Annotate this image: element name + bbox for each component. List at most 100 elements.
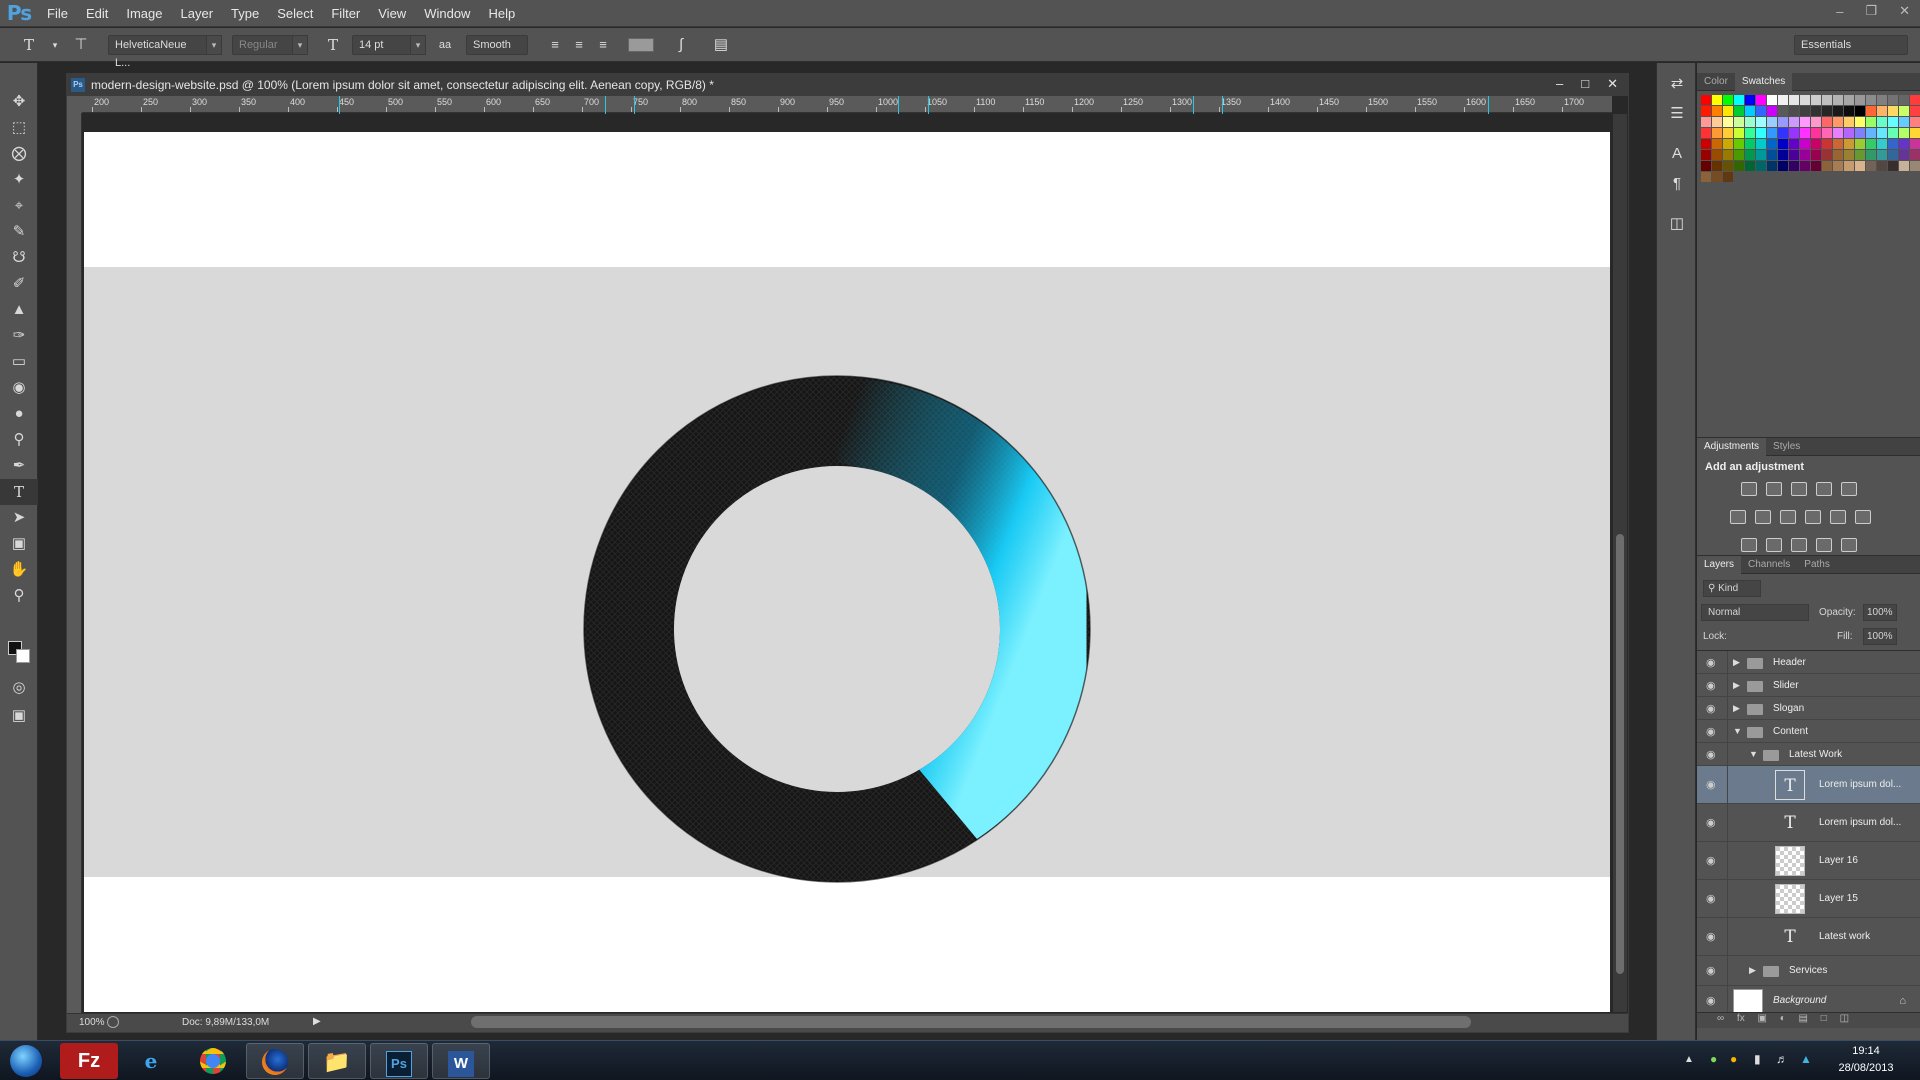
document-tab[interactable]: Ps modern-design-website.psd @ 100% (Lor… xyxy=(67,74,1628,96)
color-swatch[interactable] xyxy=(1756,128,1766,138)
color-swatch[interactable] xyxy=(1745,139,1755,149)
color-swatch[interactable] xyxy=(1701,139,1711,149)
visibility-eye-icon[interactable]: ◉ xyxy=(1706,996,1720,1007)
color-swatch[interactable] xyxy=(1800,150,1810,160)
color-swatch[interactable] xyxy=(1734,139,1744,149)
color-swatch[interactable] xyxy=(1789,117,1799,127)
color-swatch[interactable] xyxy=(1756,150,1766,160)
color-swatch[interactable] xyxy=(1888,128,1898,138)
new-group-icon[interactable]: ▤ xyxy=(1799,1013,1808,1024)
color-swatch[interactable] xyxy=(1712,117,1722,127)
expand-arrow-icon[interactable]: ▶ xyxy=(1733,703,1740,714)
color-swatch[interactable] xyxy=(1866,161,1876,171)
color-swatch[interactable] xyxy=(1822,95,1832,105)
canvas[interactable] xyxy=(84,132,1610,1012)
color-swatch[interactable] xyxy=(1844,139,1854,149)
color-swatch[interactable] xyxy=(1877,106,1887,116)
layer-row[interactable]: ◉ T Lorem ipsum dol... xyxy=(1697,804,1920,842)
color-swatch[interactable] xyxy=(1778,161,1788,171)
taskbar-filezilla[interactable]: Fz xyxy=(60,1043,118,1079)
text-color-swatch[interactable] xyxy=(628,38,654,52)
layer-row[interactable]: ◉ T Lorem ipsum dol... xyxy=(1697,766,1920,804)
color-swatch[interactable] xyxy=(1723,106,1733,116)
color-swatch[interactable] xyxy=(1844,128,1854,138)
vibrance-icon[interactable] xyxy=(1841,482,1857,496)
color-swatch[interactable] xyxy=(1866,150,1876,160)
layer-filter-kind[interactable]: ⚲ Kind xyxy=(1703,580,1761,597)
color-swatch[interactable] xyxy=(1789,150,1799,160)
color-swatch[interactable] xyxy=(1723,172,1733,182)
color-swatch[interactable] xyxy=(1866,106,1876,116)
warp-text-icon[interactable]: ∫ xyxy=(670,34,692,56)
layer-row[interactable]: ◉ Layer 16 xyxy=(1697,842,1920,880)
color-swatch[interactable] xyxy=(1767,106,1777,116)
visibility-eye-icon[interactable]: ◉ xyxy=(1706,680,1720,691)
vertical-scrollbar[interactable] xyxy=(1613,114,1627,1012)
taskbar-internet-explorer[interactable]: e xyxy=(122,1043,180,1079)
tab-swatches[interactable]: Swatches xyxy=(1734,72,1793,91)
horizontal-ruler[interactable]: 200 250 300 350 400 450 500 550 600 650 700 750 800 8… xyxy=(82,96,1612,113)
path-selection-tool-icon[interactable]: ➤ xyxy=(0,505,38,531)
color-swatch[interactable] xyxy=(1822,161,1832,171)
color-swatch[interactable] xyxy=(1723,150,1733,160)
expand-arrow-icon[interactable]: ▶ xyxy=(1749,965,1756,976)
color-swatch[interactable] xyxy=(1811,150,1821,160)
color-swatch[interactable] xyxy=(1789,128,1799,138)
chevron-down-icon[interactable]: ▾ xyxy=(206,35,222,55)
color-swatch[interactable] xyxy=(1888,150,1898,160)
color-swatch[interactable] xyxy=(1745,117,1755,127)
color-swatch[interactable] xyxy=(1789,139,1799,149)
menu-window[interactable]: Window xyxy=(415,0,479,27)
color-swatch[interactable] xyxy=(1899,128,1909,138)
color-swatch[interactable] xyxy=(1756,139,1766,149)
tab-adjustments[interactable]: Adjustments xyxy=(1697,437,1767,456)
layer-group-row[interactable]: ◉ ▼ Content xyxy=(1697,720,1920,743)
paragraph-panel-icon[interactable]: ¶ xyxy=(1657,169,1697,199)
layer-group-row[interactable]: ◉ ▶ Slider xyxy=(1697,674,1920,697)
threshold-icon[interactable] xyxy=(1791,538,1807,552)
tray-expand-icon[interactable]: ▲ xyxy=(1684,1054,1694,1065)
brush-tool-icon[interactable]: ✐ xyxy=(0,271,38,297)
color-swatch[interactable] xyxy=(1899,150,1909,160)
color-swatch[interactable] xyxy=(1888,161,1898,171)
color-swatch[interactable] xyxy=(1723,139,1733,149)
visibility-eye-icon[interactable]: ◉ xyxy=(1706,657,1720,668)
horizontal-scroll-thumb[interactable] xyxy=(471,1016,1471,1028)
blend-mode-select[interactable]: Normal xyxy=(1701,604,1809,621)
visibility-eye-icon[interactable]: ◉ xyxy=(1706,726,1720,737)
dodge-tool-icon[interactable]: ⚲ xyxy=(0,427,38,453)
color-swatch[interactable] xyxy=(1712,172,1722,182)
color-swatch[interactable] xyxy=(1822,128,1832,138)
color-swatch[interactable] xyxy=(1712,128,1722,138)
healing-brush-tool-icon[interactable]: ☋ xyxy=(0,245,38,271)
clock-time[interactable]: 19:14 xyxy=(1836,1045,1896,1057)
font-family-select[interactable]: HelveticaNeue L... xyxy=(108,35,208,69)
start-button[interactable] xyxy=(0,1043,52,1079)
color-swatch[interactable] xyxy=(1745,161,1755,171)
color-swatch[interactable] xyxy=(1822,139,1832,149)
tab-channels[interactable]: Channels xyxy=(1741,556,1797,574)
pen-tool-icon[interactable]: ✒ xyxy=(0,453,38,479)
minimize-icon[interactable]: – xyxy=(1556,76,1563,92)
color-swatch[interactable] xyxy=(1844,150,1854,160)
color-swatch[interactable] xyxy=(1778,128,1788,138)
color-swatch[interactable] xyxy=(1899,106,1909,116)
color-swatch[interactable] xyxy=(1745,150,1755,160)
color-swatch[interactable] xyxy=(1811,139,1821,149)
align-right-icon[interactable]: ≡ xyxy=(592,34,614,56)
menu-select[interactable]: Select xyxy=(268,0,322,27)
color-swatch[interactable] xyxy=(1866,95,1876,105)
color-swatch[interactable] xyxy=(1778,117,1788,127)
align-left-icon[interactable]: ≡ xyxy=(544,34,566,56)
visibility-eye-icon[interactable]: ◉ xyxy=(1706,856,1720,867)
properties-panel-icon[interactable]: ☰ xyxy=(1657,99,1697,129)
color-swatch[interactable] xyxy=(1877,95,1887,105)
color-swatch[interactable] xyxy=(1789,95,1799,105)
color-swatch[interactable] xyxy=(1734,150,1744,160)
expand-arrow-icon[interactable]: ▶ xyxy=(1733,657,1740,668)
paint-bucket-tool-icon[interactable]: ◉ xyxy=(0,375,38,401)
color-swatch[interactable] xyxy=(1723,128,1733,138)
color-swatch[interactable] xyxy=(1734,106,1744,116)
status-icon[interactable] xyxy=(107,1016,119,1028)
color-swatch[interactable] xyxy=(1778,95,1788,105)
